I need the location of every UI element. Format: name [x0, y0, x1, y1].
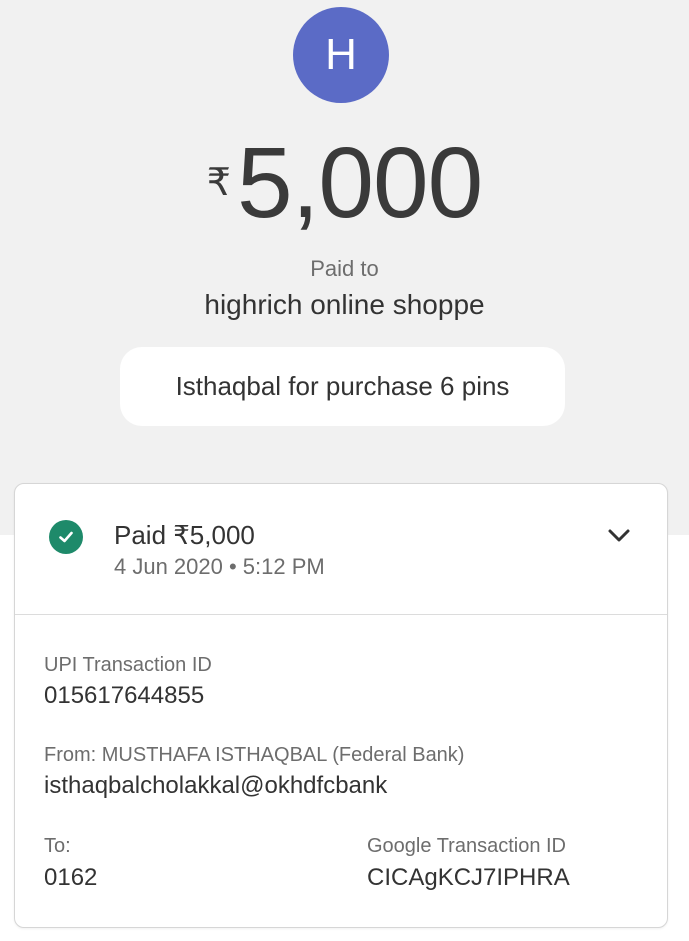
- chevron-down-icon[interactable]: [605, 524, 633, 548]
- transaction-details-card: Paid ₹5,000 4 Jun 2020 • 5:12 PM UPI Tra…: [14, 483, 668, 928]
- payment-note-text: Isthaqbal for purchase 6 pins: [175, 371, 510, 401]
- payment-date: 4 Jun 2020 • 5:12 PM: [114, 554, 325, 579]
- to-account-label: To:: [44, 835, 71, 857]
- payment-status-title: Paid ₹5,000: [114, 520, 255, 550]
- upi-transaction-id-label: UPI Transaction ID: [44, 654, 212, 676]
- from-account-label: From: MUSTHAFA ISTHAQBAL (Federal Bank): [44, 744, 465, 766]
- amount-value: 5,000: [236, 127, 483, 239]
- payment-note: Isthaqbal for purchase 6 pins: [120, 347, 565, 426]
- payee-avatar: H: [293, 7, 389, 103]
- amount-display: ₹ 5,000: [0, 128, 689, 238]
- google-transaction-id-value: CICAgKCJ7IPHRA: [367, 864, 570, 891]
- upi-transaction-id-value: 015617644855: [44, 682, 205, 709]
- payee-name: highrich online shoppe: [204, 289, 485, 320]
- to-account-value: 0162: [44, 864, 98, 891]
- from-account-value: isthaqbalcholakkal@okhdfcbank: [44, 772, 388, 799]
- transaction-status-header[interactable]: Paid ₹5,000 4 Jun 2020 • 5:12 PM: [15, 484, 667, 615]
- avatar-letter: H: [325, 30, 357, 79]
- paid-to-label: Paid to: [310, 256, 379, 281]
- currency-symbol: ₹: [206, 162, 231, 204]
- google-transaction-id-label: Google Transaction ID: [367, 835, 566, 857]
- check-circle-icon: [49, 520, 83, 554]
